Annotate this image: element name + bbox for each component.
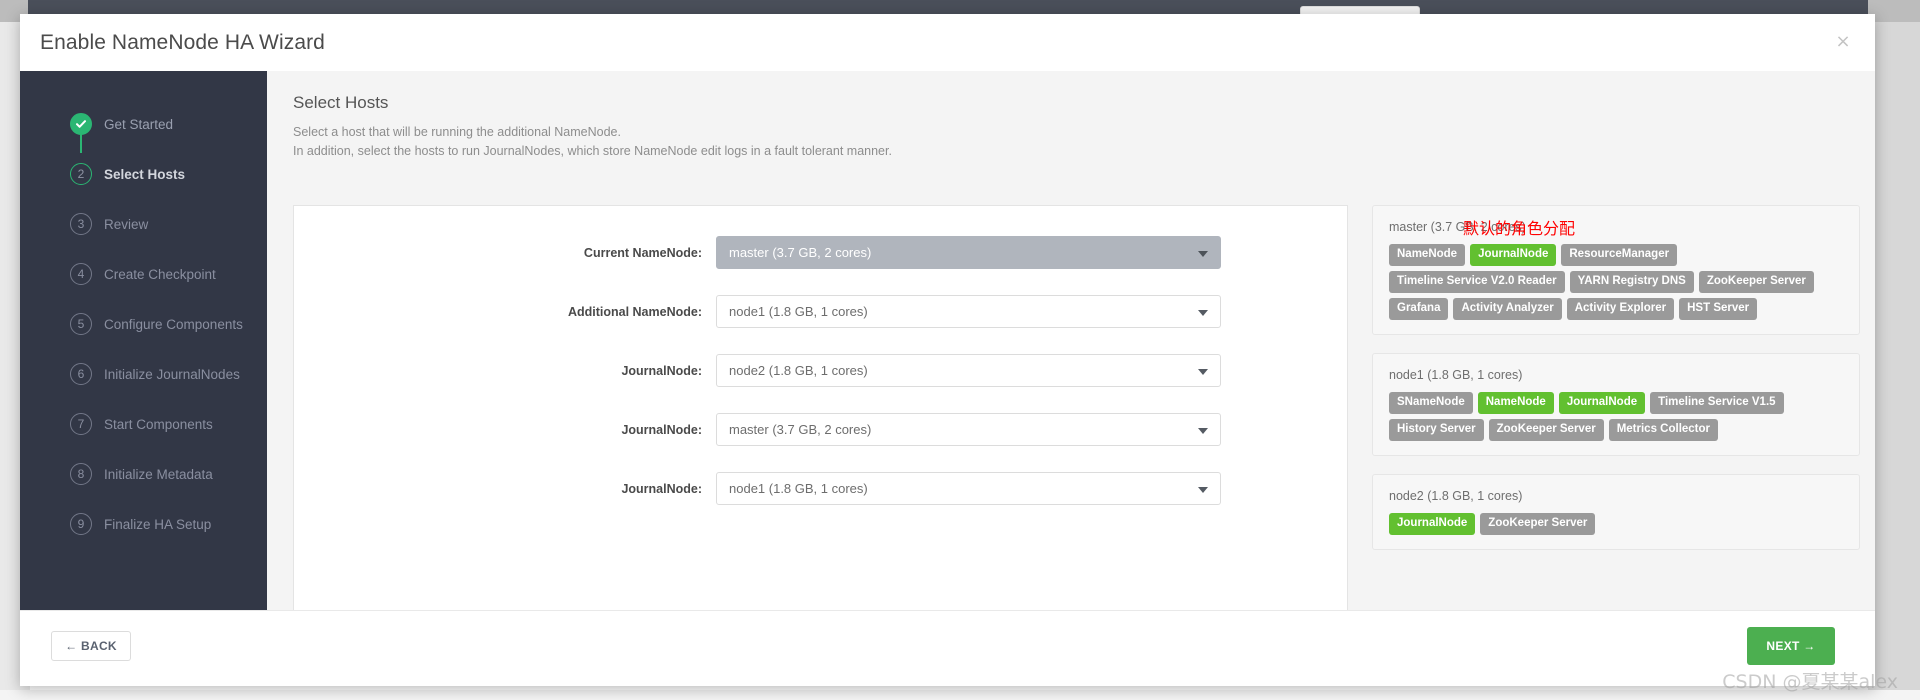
role-badge: JournalNode: [1558, 392, 1646, 414]
dialog-title: Enable NameNode HA Wizard: [40, 30, 325, 54]
step-number-badge: 7: [70, 413, 92, 435]
role-badge: Grafana: [1389, 298, 1449, 320]
step-number-badge: 6: [70, 363, 92, 385]
backdrop-bottom-strip: [0, 690, 1920, 700]
step-number-badge: 9: [70, 513, 92, 535]
sidebar-step-initialize-metadata[interactable]: 8 Initialize Metadata: [20, 449, 267, 499]
step-number-badge: 2: [70, 163, 92, 185]
host-card: node1 (1.8 GB, 1 cores) SNameNode NameNode…: [1372, 353, 1860, 456]
form-label: JournalNode:: [621, 422, 702, 437]
form-label: Additional NameNode:: [567, 304, 702, 319]
dialog-footer: ← BACK NEXT →: [20, 610, 1875, 686]
form-label: JournalNode:: [621, 481, 702, 496]
form-row: Current NameNode: master (3.7 GB, 2 cores…: [294, 236, 1347, 269]
sidebar-step-label: Finalize HA Setup: [104, 516, 212, 532]
host-select-0: master (3.7 GB, 2 cores): [716, 236, 1221, 269]
role-badge: NameNode: [1389, 244, 1466, 266]
role-badge: Metrics Collector: [1608, 419, 1719, 441]
host-select-2[interactable]: node2 (1.8 GB, 1 cores): [716, 354, 1221, 387]
form-row: JournalNode: master (3.7 GB, 2 cores): [294, 413, 1347, 446]
role-badge: NameNode: [1477, 392, 1554, 414]
sidebar-step-label: Get Started: [104, 116, 174, 132]
check-icon: [70, 113, 92, 135]
role-badge: HST Server: [1679, 298, 1758, 320]
host-select-3[interactable]: master (3.7 GB, 2 cores): [716, 413, 1221, 446]
panels-wrapper: Current NameNode: master (3.7 GB, 2 cores…: [293, 205, 1860, 630]
role-badge: Timeline Service V1.5: [1650, 392, 1784, 414]
sidebar-step-label: Review: [104, 216, 149, 232]
role-badge: SNameNode: [1389, 392, 1473, 414]
host-badge-list: NameNode JournalNode ResourceManager Timeli…: [1389, 244, 1843, 320]
form-row: Additional NameNode: node1 (1.8 GB, 1 cor…: [294, 295, 1347, 328]
host-select-value: node1 (1.8 GB, 1 cores): [729, 304, 868, 319]
host-select-4[interactable]: node1 (1.8 GB, 1 cores): [716, 472, 1221, 505]
host-role-summary: master (3.7 GB, 2 cores) NameNode JournalN…: [1372, 205, 1860, 568]
dialog-header: Enable NameNode HA Wizard ×: [20, 14, 1875, 71]
chevron-down-icon: [1198, 250, 1208, 257]
backdrop-right-column: [1868, 0, 1920, 700]
form-row: JournalNode: node2 (1.8 GB, 1 cores): [294, 354, 1347, 387]
step-number-badge: 8: [70, 463, 92, 485]
role-badge: ZooKeeper Server: [1488, 419, 1604, 441]
sidebar-step-label: Select Hosts: [104, 166, 186, 182]
next-button[interactable]: NEXT →: [1747, 627, 1835, 665]
role-badge: ZooKeeper Server: [1698, 271, 1814, 293]
sidebar-step-select-hosts[interactable]: 2 Select Hosts: [20, 149, 267, 199]
host-card: master (3.7 GB, 2 cores) NameNode JournalN…: [1372, 205, 1860, 335]
chevron-down-icon: [1198, 486, 1208, 493]
page-subtitle-line-2: In addition, select the hosts to run Jou…: [293, 144, 892, 158]
step-number-badge: 3: [70, 213, 92, 235]
sidebar-step-label: Configure Components: [104, 316, 243, 332]
sidebar-step-initialize-journalnodes[interactable]: 6 Initialize JournalNodes: [20, 349, 267, 399]
host-select-value: master (3.7 GB, 2 cores): [729, 245, 872, 260]
role-badge: ResourceManager: [1561, 244, 1678, 266]
annotation-text: 默认的角色分配: [1462, 219, 1575, 238]
role-badge: Activity Analyzer: [1453, 298, 1562, 320]
sidebar-step-label: Initialize JournalNodes: [104, 366, 240, 382]
sidebar-step-label: Start Components: [104, 416, 213, 432]
host-badge-list: JournalNode ZooKeeper Server: [1389, 513, 1843, 535]
host-card: node2 (1.8 GB, 1 cores) JournalNode ZooKee…: [1372, 474, 1860, 550]
wizard-content-pane: Select Hosts Select a host that will be …: [267, 71, 1875, 630]
chevron-down-icon: [1198, 309, 1208, 316]
host-badge-list: SNameNode NameNode JournalNode Timeline Ser…: [1389, 392, 1843, 441]
close-icon[interactable]: ×: [1833, 33, 1853, 53]
sidebar-step-label: Create Checkpoint: [104, 266, 216, 282]
chevron-down-icon: [1198, 427, 1208, 434]
chevron-down-icon: [1198, 368, 1208, 375]
role-badge: Activity Explorer: [1566, 298, 1675, 320]
host-select-value: master (3.7 GB, 2 cores): [729, 422, 872, 437]
host-card-name: master (3.7 GB, 2 cores): [1389, 220, 1526, 234]
host-card-name: node1 (1.8 GB, 1 cores): [1389, 368, 1523, 382]
sidebar-step-finalize-ha-setup[interactable]: 9 Finalize HA Setup: [20, 499, 267, 549]
enable-namenode-ha-wizard-dialog: Enable NameNode HA Wizard × Get Started 2…: [20, 14, 1875, 686]
sidebar-step-create-checkpoint[interactable]: 4 Create Checkpoint: [20, 249, 267, 299]
form-label: Current NameNode:: [583, 245, 702, 260]
step-number-badge: 4: [70, 263, 92, 285]
role-badge: Timeline Service V2.0 Reader: [1389, 271, 1565, 293]
sidebar-step-get-started[interactable]: Get Started: [20, 99, 267, 149]
host-select-1[interactable]: node1 (1.8 GB, 1 cores): [716, 295, 1221, 328]
sidebar-step-review[interactable]: 3 Review: [20, 199, 267, 249]
page-title: Select Hosts: [293, 93, 389, 112]
page-subtitle-line-1: Select a host that will be running the a…: [293, 125, 621, 139]
sidebar-step-label: Initialize Metadata: [104, 466, 213, 482]
host-card-name: node2 (1.8 GB, 1 cores): [1389, 489, 1523, 503]
back-button[interactable]: ← BACK: [51, 631, 131, 661]
sidebar-step-configure-components[interactable]: 5 Configure Components: [20, 299, 267, 349]
role-badge: JournalNode: [1389, 513, 1476, 535]
host-select-value: node1 (1.8 GB, 1 cores): [729, 481, 868, 496]
role-badge: ZooKeeper Server: [1480, 513, 1596, 535]
form-row: JournalNode: node1 (1.8 GB, 1 cores): [294, 472, 1347, 505]
form-label: JournalNode:: [621, 363, 702, 378]
dialog-body: Get Started 2 Select Hosts 3 Review 4 Create C…: [20, 71, 1875, 630]
sidebar-step-start-components[interactable]: 7 Start Components: [20, 399, 267, 449]
role-badge: History Server: [1389, 419, 1484, 441]
role-badge: JournalNode: [1470, 244, 1557, 266]
host-selection-form: Current NameNode: master (3.7 GB, 2 cores…: [293, 205, 1348, 630]
role-badge: YARN Registry DNS: [1569, 271, 1694, 293]
host-select-value: node2 (1.8 GB, 1 cores): [729, 363, 868, 378]
step-number-badge: 5: [70, 313, 92, 335]
wizard-step-sidebar: Get Started 2 Select Hosts 3 Review 4 Create C…: [20, 71, 267, 610]
